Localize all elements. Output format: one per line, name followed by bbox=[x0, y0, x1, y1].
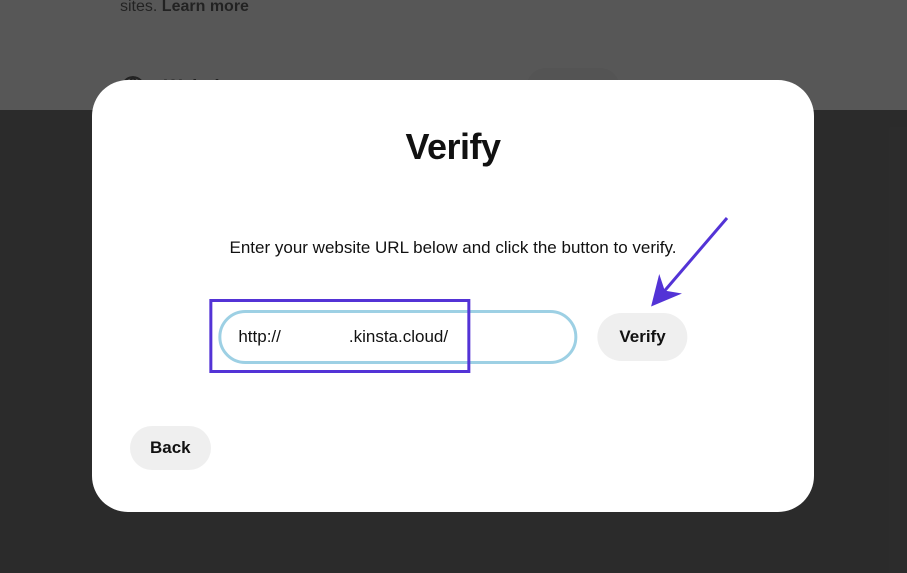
url-input-wrapper: http://.kinsta.cloud/ bbox=[218, 310, 577, 364]
verify-modal: Verify Enter your website URL below and … bbox=[92, 80, 814, 512]
back-button[interactable]: Back bbox=[130, 426, 211, 470]
annotation-arrow-icon bbox=[637, 210, 757, 320]
verify-button[interactable]: Verify bbox=[597, 313, 687, 361]
modal-title: Verify bbox=[92, 126, 814, 168]
website-url-input[interactable] bbox=[218, 310, 577, 364]
modal-subtitle: Enter your website URL below and click t… bbox=[92, 238, 814, 258]
url-input-row: http://.kinsta.cloud/ Verify bbox=[218, 310, 687, 364]
